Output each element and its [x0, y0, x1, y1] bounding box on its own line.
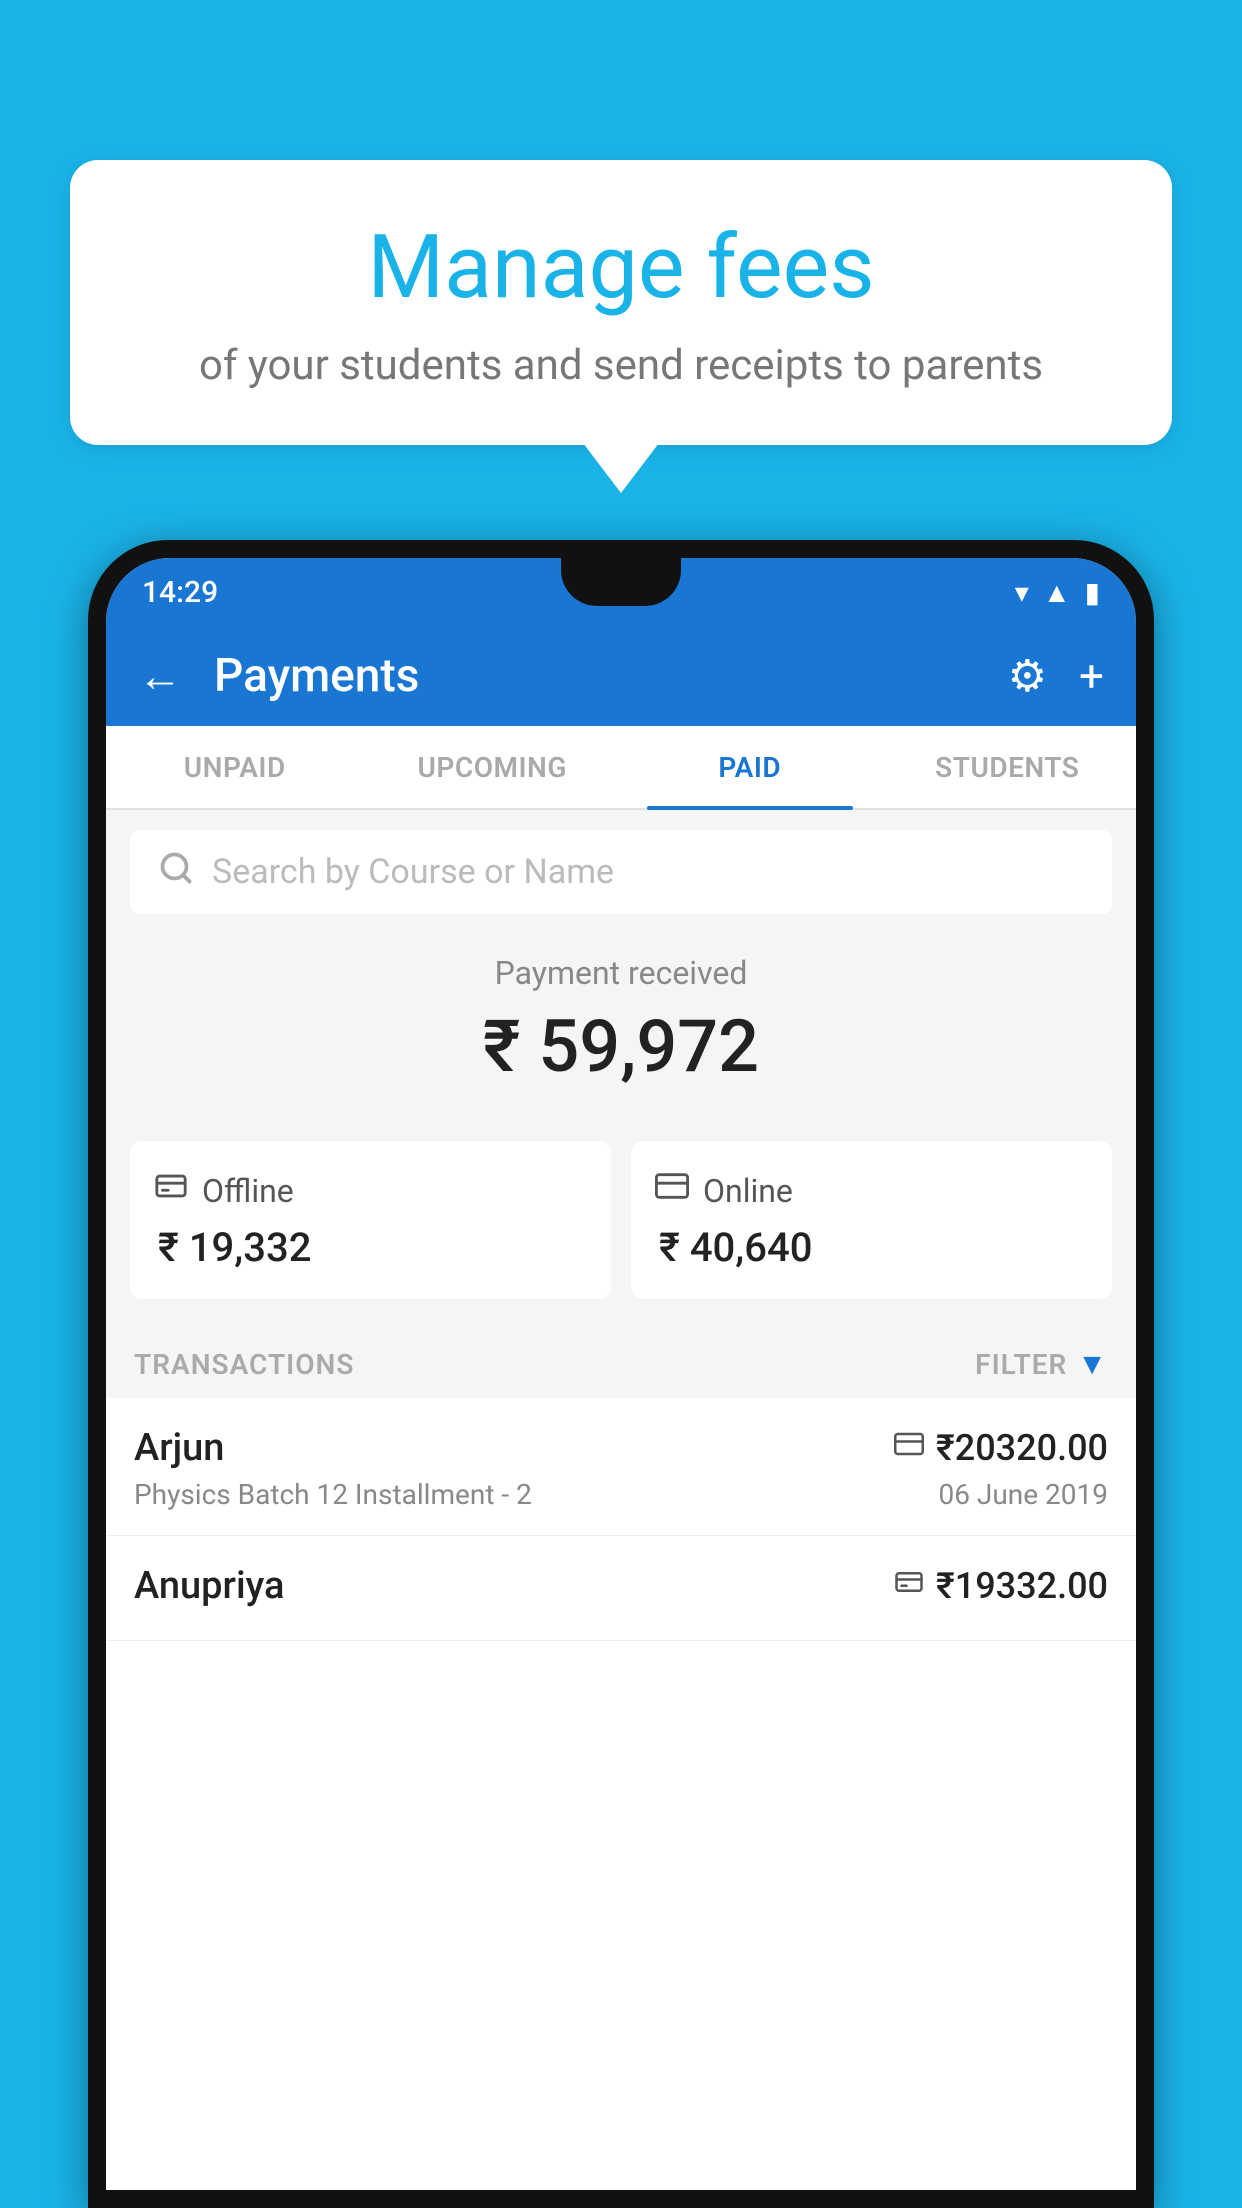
transaction-card-icon-1 — [894, 1429, 924, 1467]
transaction-top-2: Anupriya ₹19332.00 — [134, 1564, 1108, 1608]
online-card-header: Online — [655, 1169, 1088, 1212]
filter-label: FILTER — [975, 1348, 1067, 1381]
status-time: 14:29 — [142, 575, 218, 610]
signal-icon: ▲ — [1043, 576, 1071, 609]
settings-button[interactable]: ⚙ — [1008, 650, 1047, 702]
speech-bubble: Manage fees of your students and send re… — [70, 160, 1172, 445]
content-area: Search by Course or Name Payment receive… — [106, 810, 1136, 1641]
back-button[interactable]: ← — [138, 650, 182, 702]
filter-icon: ▼ — [1077, 1347, 1108, 1382]
transaction-date-1: 06 June 2019 — [938, 1478, 1108, 1511]
tab-upcoming[interactable]: UPCOMING — [364, 726, 622, 808]
app-bar-actions: ⚙ + — [1008, 650, 1104, 702]
online-icon — [655, 1169, 689, 1212]
offline-icon — [154, 1169, 188, 1212]
transaction-row[interactable]: Anupriya ₹19332.00 — [106, 1536, 1136, 1641]
status-bar: 14:29 ▾ ▲ ▮ — [106, 558, 1136, 626]
offline-amount: ₹ 19,332 — [158, 1224, 587, 1271]
search-bar[interactable]: Search by Course or Name — [130, 830, 1112, 914]
transaction-amount-1: ₹20320.00 — [936, 1427, 1108, 1469]
status-icons: ▾ ▲ ▮ — [1015, 576, 1100, 609]
transaction-amount-wrap-1: ₹20320.00 — [894, 1427, 1108, 1469]
offline-type-label: Offline — [202, 1172, 294, 1210]
wifi-icon: ▾ — [1015, 576, 1029, 609]
tab-students[interactable]: STUDENTS — [879, 726, 1137, 808]
bubble-subtitle: of your students and send receipts to pa… — [120, 341, 1122, 390]
transaction-top-1: Arjun ₹20320.00 — [134, 1426, 1108, 1470]
offline-card-header: Offline — [154, 1169, 587, 1212]
payment-summary: Payment received ₹ 59,972 — [106, 914, 1136, 1141]
tab-unpaid[interactable]: UNPAID — [106, 726, 364, 808]
transaction-amount-2: ₹19332.00 — [936, 1565, 1108, 1607]
filter-button[interactable]: FILTER ▼ — [975, 1347, 1108, 1382]
search-icon — [158, 850, 194, 895]
transactions-header: TRANSACTIONS FILTER ▼ — [106, 1327, 1136, 1398]
tab-paid[interactable]: PAID — [621, 726, 879, 808]
add-button[interactable]: + — [1079, 650, 1104, 702]
search-placeholder: Search by Course or Name — [212, 852, 1084, 892]
payment-total-amount: ₹ 59,972 — [130, 1004, 1112, 1089]
payment-received-label: Payment received — [130, 954, 1112, 992]
notch — [561, 558, 681, 606]
online-type-label: Online — [703, 1172, 793, 1210]
transaction-detail-1: Physics Batch 12 Installment - 2 — [134, 1478, 532, 1511]
transaction-name-1: Arjun — [134, 1426, 224, 1470]
tabs: UNPAID UPCOMING PAID STUDENTS — [106, 726, 1136, 810]
transactions-label: TRANSACTIONS — [134, 1348, 354, 1381]
phone-frame: 14:29 ▾ ▲ ▮ ← Payments ⚙ + UNPAID UPCOMI… — [88, 540, 1154, 2208]
transaction-bottom-1: Physics Batch 12 Installment - 2 06 June… — [134, 1478, 1108, 1511]
battery-icon: ▮ — [1085, 576, 1100, 609]
transaction-cash-icon-2 — [894, 1567, 924, 1605]
phone-screen: 14:29 ▾ ▲ ▮ ← Payments ⚙ + UNPAID UPCOMI… — [106, 558, 1136, 2190]
transaction-amount-wrap-2: ₹19332.00 — [894, 1565, 1108, 1607]
offline-payment-card: Offline ₹ 19,332 — [130, 1141, 611, 1299]
bubble-title: Manage fees — [120, 220, 1122, 317]
payment-cards: Offline ₹ 19,332 Online ₹ 4 — [130, 1141, 1112, 1299]
app-bar: ← Payments ⚙ + — [106, 626, 1136, 726]
transaction-row[interactable]: Arjun ₹20320.00 Physics Batch 12 Install… — [106, 1398, 1136, 1536]
online-amount: ₹ 40,640 — [659, 1224, 1088, 1271]
transaction-name-2: Anupriya — [134, 1564, 284, 1608]
app-bar-title: Payments — [214, 649, 984, 703]
online-payment-card: Online ₹ 40,640 — [631, 1141, 1112, 1299]
